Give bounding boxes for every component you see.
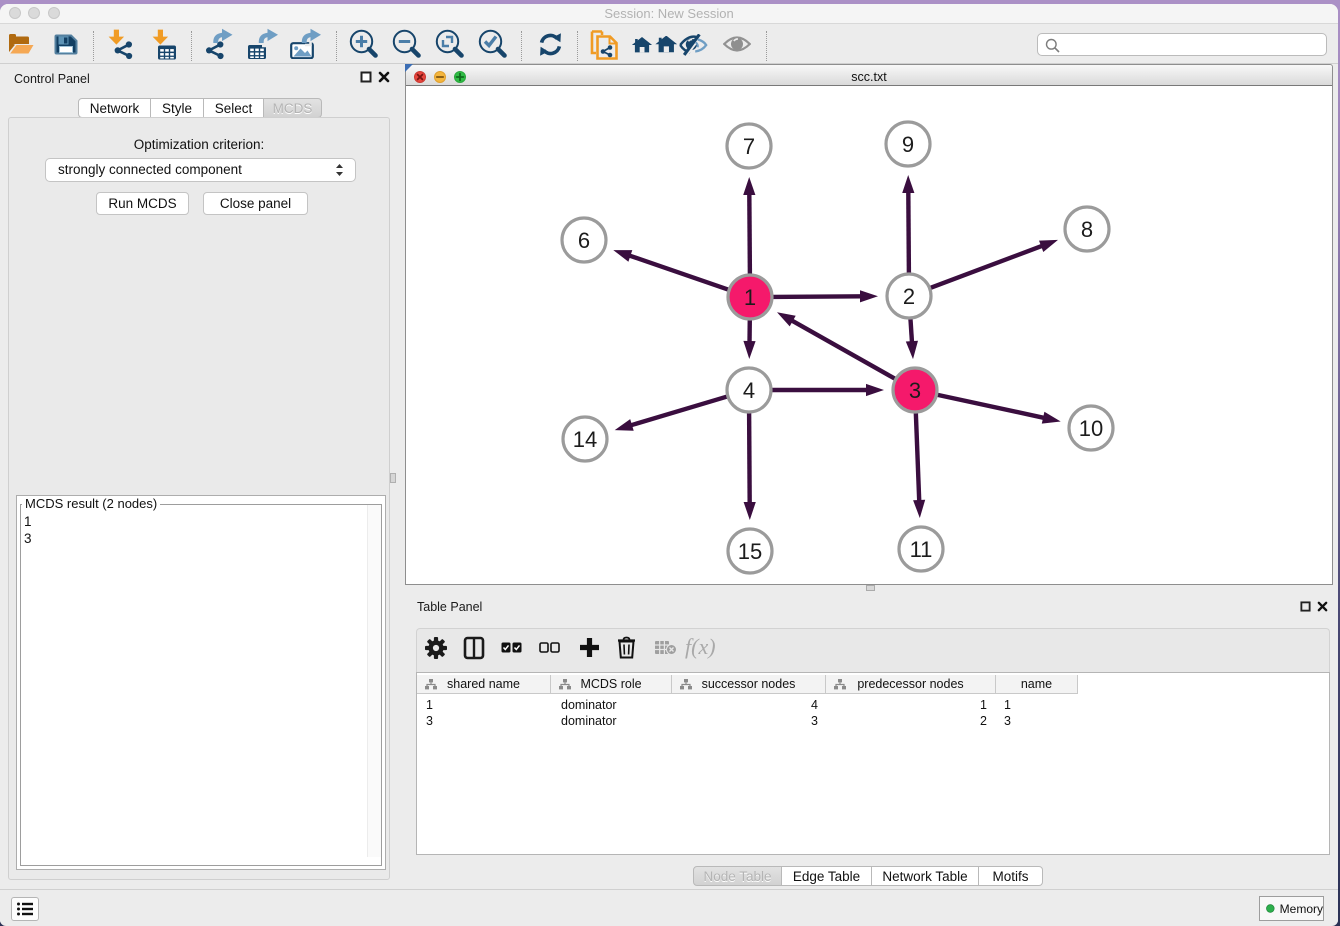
svg-text:2: 2 [903,284,915,309]
svg-text:11: 11 [910,537,933,562]
svg-text:8: 8 [1081,217,1093,242]
svg-text:10: 10 [1079,416,1103,441]
svg-text:1: 1 [744,285,756,310]
svg-text:9: 9 [902,132,914,157]
svg-text:4: 4 [743,378,755,403]
svg-text:6: 6 [578,228,590,253]
svg-text:7: 7 [743,134,755,159]
svg-text:14: 14 [573,427,597,452]
svg-text:3: 3 [909,378,921,403]
svg-text:15: 15 [738,539,762,564]
